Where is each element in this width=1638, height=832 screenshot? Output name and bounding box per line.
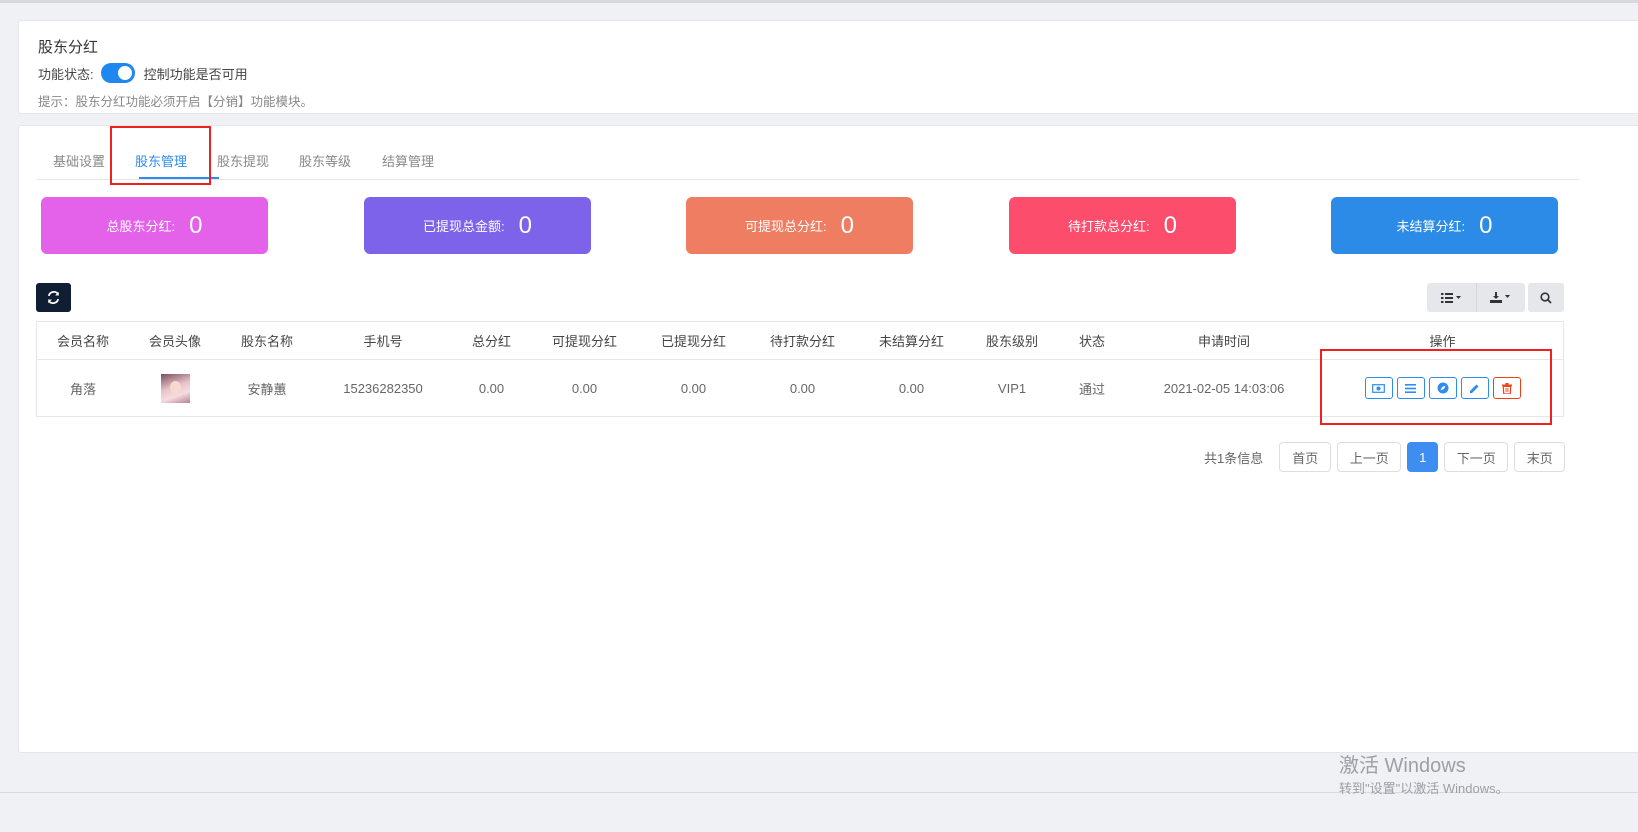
feature-status-row: 功能状态: 控制功能是否可用 [38,63,248,83]
tab-shareholder-level[interactable]: 股东等级 [299,151,351,170]
col-member-name: 会员名称 [56,334,109,349]
col-apply-time: 申请时间 [1197,334,1250,349]
list-icon [1440,292,1461,303]
stat-label: 总股东分红: [106,219,176,234]
search-icon [1540,291,1552,304]
refresh-button[interactable] [36,283,71,312]
stat-value: 0 [1479,211,1493,239]
stat-label: 未结算分红: [1396,219,1466,234]
stat-total-dividend: 总股东分红: 0 [41,197,268,254]
first-page-button[interactable]: 首页 [1279,442,1332,472]
col-unsettled: 未结算分红 [878,334,944,349]
table-tools [1427,283,1525,312]
tab-settlement-management[interactable]: 结算管理 [382,151,434,170]
search-button[interactable] [1528,283,1564,312]
stat-withdrawable-total: 可提现总分红: 0 [686,197,913,254]
tab-basic-settings[interactable]: 基础设置 [53,151,105,170]
col-status: 状态 [1078,334,1105,349]
page-1-button[interactable]: 1 [1407,442,1439,472]
next-page-button[interactable]: 下一页 [1444,442,1509,472]
tab-bar: 基础设置 股东管理 股东提现 股东等级 结算管理 [37,126,1579,180]
cell-shareholder-name: 安静蕙 [247,381,287,397]
pagination-total: 共1条信息 [1204,450,1264,466]
refresh-icon [47,291,60,304]
cell-apply-time: 2021-02-05 14:03:06 [1163,380,1285,396]
cell-withdrawn: 0.00 [680,380,707,396]
prev-page-button[interactable]: 上一页 [1337,442,1402,472]
stat-label: 已提现总金额: [423,219,505,234]
col-phone: 手机号 [363,334,403,349]
stat-value: 0 [1163,211,1177,239]
download-icon [1490,292,1510,303]
highlight-box-actions [1320,349,1552,425]
col-total-dividend: 总分红 [471,334,511,349]
feature-toggle[interactable] [100,63,135,83]
highlight-box-tab [110,126,211,185]
status-label: 功能状态: [38,66,94,82]
watermark-subtitle: 转到"设置"以激活 Windows。 [1339,781,1509,796]
avatar[interactable] [160,373,190,403]
export-button[interactable] [1477,283,1525,312]
cell-withdrawable: 0.00 [571,380,598,396]
status-description: 控制功能是否可用 [143,66,248,82]
stat-withdrawn-total: 已提现总金额: 0 [364,197,591,254]
feature-header-card: 股东分红 功能状态: 控制功能是否可用 提示：股东分红功能必须开启【分销】功能模… [18,20,1638,114]
tip-text: 提示：股东分红功能必须开启【分销】功能模块。 [38,95,314,109]
page-title: 股东分红 [38,39,99,56]
stat-unsettled-total: 未结算分红: 0 [1331,197,1558,254]
col-shareholder-name: 股东名称 [240,334,293,349]
last-page-button[interactable]: 末页 [1514,442,1566,472]
main-card: 基础设置 股东管理 股东提现 股东等级 结算管理 总股东分红: 0 已提现总金额… [18,125,1638,753]
cell-unsettled: 0.00 [898,380,925,396]
toggle-knob [117,66,132,80]
col-level: 股东级别 [985,334,1038,349]
stat-label: 可提现总分红: [745,219,827,234]
col-withdrawn: 已提现分红 [660,334,726,349]
stat-pending-total: 待打款总分红: 0 [1009,197,1236,254]
cell-status: 通过 [1078,381,1105,397]
cell-pending: 0.00 [789,380,816,396]
cell-level: VIP1 [997,380,1027,396]
top-border [0,0,1638,3]
stat-value: 0 [189,211,203,239]
col-member-avatar: 会员头像 [148,334,201,349]
col-pending: 待打款分红 [769,334,835,349]
cell-member-name: 角落 [69,381,96,397]
cell-phone: 15236282350 [343,380,423,396]
watermark-title: 激活 Windows [1339,755,1466,777]
windows-activation-watermark: 激活 Windows 转到"设置"以激活 Windows。 [1339,754,1509,800]
cell-avatar [129,360,221,416]
tab-shareholder-withdrawal[interactable]: 股东提现 [217,151,269,170]
pagination: 共1条信息 首页 上一页 1 下一页 末页 [1204,442,1566,472]
cell-total-dividend: 0.00 [478,380,505,396]
stat-value: 0 [518,211,532,239]
col-withdrawable: 可提现分红 [551,334,617,349]
stat-label: 待打款总分红: [1068,219,1150,234]
stat-value: 0 [840,211,854,239]
columns-toggle-button[interactable] [1427,283,1477,312]
